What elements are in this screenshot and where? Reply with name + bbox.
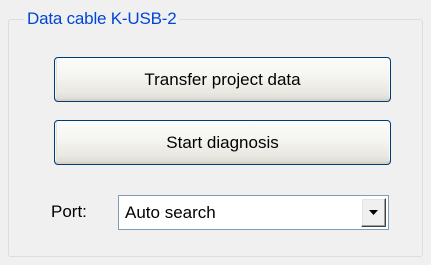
groupbox-title: Data cable K-USB-2 (24, 8, 180, 30)
port-select-value: Auto search (125, 203, 216, 222)
port-select[interactable]: Auto search (118, 195, 389, 230)
chevron-down-icon (369, 210, 378, 215)
dropdown-button[interactable] (361, 198, 386, 227)
start-diagnosis-button[interactable]: Start diagnosis (54, 120, 391, 165)
transfer-project-data-button[interactable]: Transfer project data (54, 57, 391, 102)
port-label: Port: (51, 202, 87, 221)
data-cable-panel: Data cable K-USB-2 Transfer project data… (0, 0, 431, 265)
